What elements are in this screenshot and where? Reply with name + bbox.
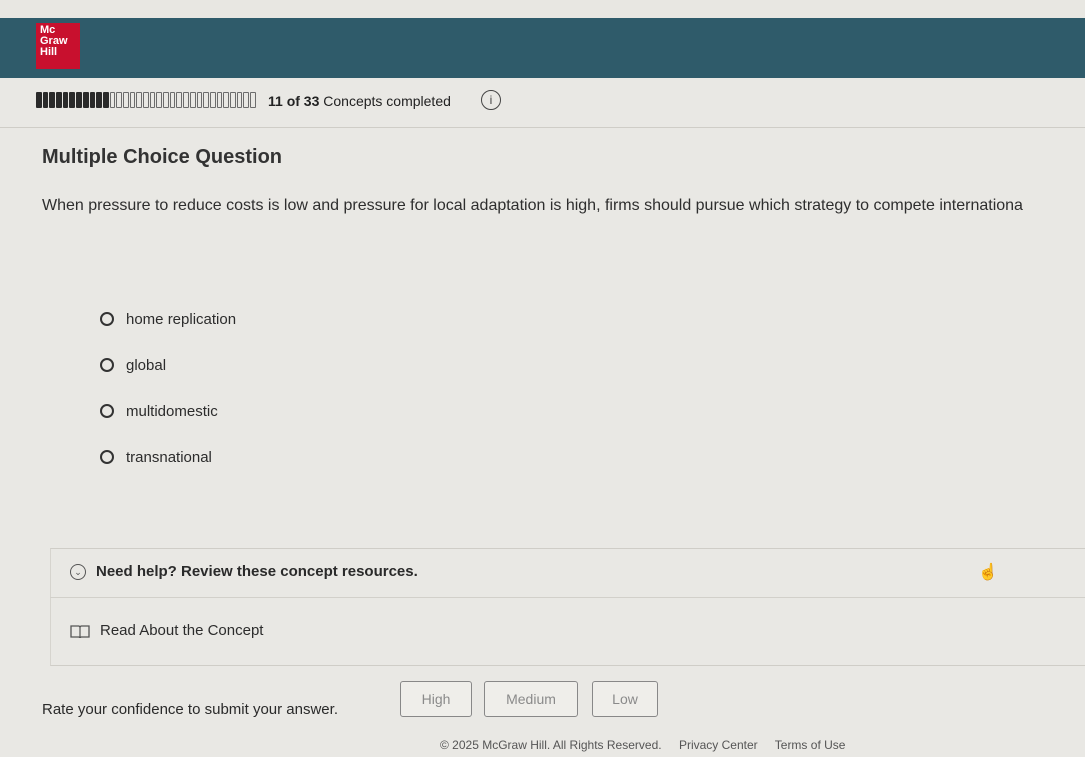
confidence-medium-button[interactable]: Medium [484,681,578,717]
info-icon[interactable]: i [481,90,501,110]
progress-segment [62,92,69,108]
progress-segment [129,92,136,108]
logo-line-3: Hill [40,46,58,58]
radio-button[interactable] [100,312,114,326]
option-label: home replication [126,310,237,328]
concept-progress-bar [36,92,258,108]
progress-segment [216,92,223,108]
option-multidomestic[interactable]: multidomestic [100,398,218,424]
progress-segment [109,92,116,108]
progress-segment [49,92,56,108]
progress-segment [163,92,169,108]
progress-segment [36,92,42,108]
progress-segment [56,92,62,108]
divider [0,127,1085,128]
progress-segment [209,92,216,108]
read-about-concept-link[interactable]: Read About the Concept [70,622,263,639]
help-title: Need help? Review these concept resource… [96,563,418,580]
progress-segment [122,92,129,108]
progress-segment [196,92,203,108]
progress-suffix: Concepts completed [319,93,451,109]
question-text: When pressure to reduce costs is low and… [42,197,1023,214]
progress-segment [76,92,82,108]
option-label: multidomestic [126,402,218,420]
progress-segment [243,92,249,108]
progress-segment [203,92,209,108]
option-global[interactable]: global [100,352,166,378]
terms-of-use-link[interactable]: Terms of Use [775,738,846,752]
progress-segment [69,92,76,108]
progress-segment [102,92,109,108]
radio-button[interactable] [100,358,114,372]
progress-segment [116,92,122,108]
confidence-high-button[interactable]: High [400,681,472,717]
progress-row: 11 of 33 Concepts completed i [36,89,1076,113]
progress-segment [236,92,243,108]
progress-segment [229,92,236,108]
privacy-center-link[interactable]: Privacy Center [679,738,758,752]
confidence-low-button[interactable]: Low [592,681,658,717]
progress-segment [169,92,176,108]
radio-button[interactable] [100,404,114,418]
option-label: global [126,356,167,374]
option-home-replication[interactable]: home replication [100,306,236,332]
progress-segment [143,92,149,108]
progress-segment [250,92,256,108]
app-header: Mc Graw Hill [0,18,1085,78]
progress-text: 11 of 33 Concepts completed [268,93,451,109]
progress-segment [96,92,102,108]
browser-bar [0,0,1085,18]
progress-segment [149,92,156,108]
progress-segment [176,92,183,108]
footer: © 2025 McGraw Hill. All Rights Reserved.… [440,738,859,752]
confidence-prompt: Rate your confidence to submit your answ… [42,701,338,718]
help-toggle[interactable]: ⌄ Need help? Review these concept resour… [70,563,418,580]
progress-segment [223,92,229,108]
book-icon [70,624,90,638]
progress-segment [42,92,49,108]
option-label: transnational [126,448,212,466]
hand-cursor-icon: ☝ [978,564,998,581]
mcgraw-hill-logo[interactable]: Mc Graw Hill [36,23,80,69]
radio-button[interactable] [100,450,114,464]
progress-segment [189,92,196,108]
progress-segment [136,92,142,108]
progress-segment [89,92,96,108]
progress-segment [82,92,89,108]
progress-count: 11 of 33 [268,93,320,109]
chevron-down-icon: ⌄ [70,563,86,580]
help-divider [50,597,1085,598]
progress-segment [183,92,189,108]
option-transnational[interactable]: transnational [100,444,212,470]
read-label: Read About the Concept [100,622,264,639]
progress-segment [156,92,163,108]
question-heading: Multiple Choice Question [42,146,283,168]
copyright-text: © 2025 McGraw Hill. All Rights Reserved. [440,738,662,752]
